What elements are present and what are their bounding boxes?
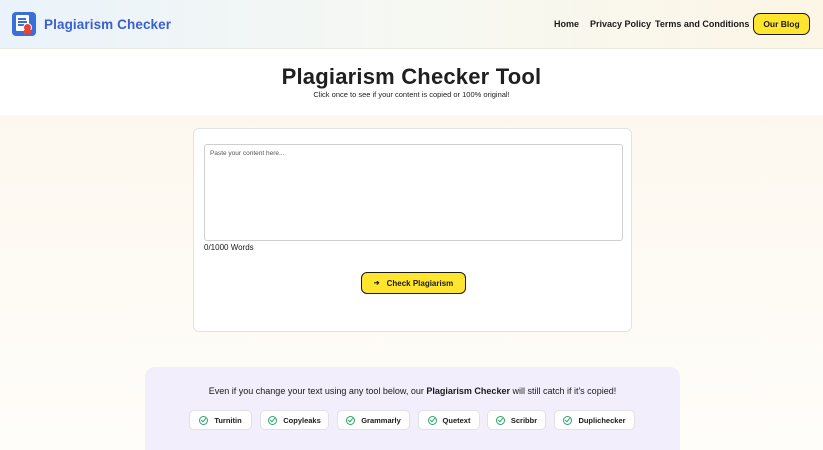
check-plagiarism-button[interactable]: ➔ Check Plagiarism xyxy=(361,272,466,294)
tool-chip-scribbr: Scribbr xyxy=(487,410,546,430)
tools-text-bold: Plagiarism Checker xyxy=(426,386,510,396)
tool-chip-quetext: Quetext xyxy=(418,410,480,430)
check-plagiarism-label: Check Plagiarism xyxy=(386,278,454,288)
check-circle-icon xyxy=(199,415,209,425)
hero-section: Plagiarism Checker Tool Click once to se… xyxy=(0,49,823,115)
tool-chip-label: Quetext xyxy=(442,415,471,425)
tool-chip-label: Copyleaks xyxy=(283,415,321,425)
check-circle-icon xyxy=(346,415,356,425)
tool-chip-label: Turnitin xyxy=(214,415,242,425)
site-header: Plagiarism Checker Home Privacy Policy T… xyxy=(0,0,823,49)
page-subtitle: Click once to see if your content is cop… xyxy=(313,90,510,99)
checker-card: 0/1000 Words ➔ Check Plagiarism xyxy=(193,128,632,332)
tools-panel: Even if you change your text using any t… xyxy=(145,367,680,450)
tools-text-after: will still catch if it's copied! xyxy=(509,386,617,396)
word-count: 0/1000 Words xyxy=(204,243,254,252)
nav-terms-link[interactable]: Terms and Conditions xyxy=(655,19,749,29)
tool-chip-copyleaks: Copyleaks xyxy=(260,410,329,430)
tool-chip-label: Scribbr xyxy=(510,415,538,425)
tool-chip-duplichecker: Duplichecker xyxy=(554,410,635,430)
arrow-right-icon: ➔ xyxy=(373,280,380,287)
brand-link[interactable]: Plagiarism Checker xyxy=(12,12,171,36)
tool-chip-turnitin: Turnitin xyxy=(189,410,252,430)
tool-chip-label: Duplichecker xyxy=(578,415,626,425)
tools-text-before: Even if you change your text using any t… xyxy=(208,386,427,396)
tool-chip-grammarly: Grammarly xyxy=(337,410,410,430)
check-circle-icon xyxy=(427,415,437,425)
check-circle-icon xyxy=(495,415,505,425)
check-circle-icon xyxy=(268,415,278,425)
check-circle-icon xyxy=(563,415,573,425)
page-title: Plagiarism Checker Tool xyxy=(281,64,542,89)
tool-chip-label: Grammarly xyxy=(361,415,401,425)
brand-name: Plagiarism Checker xyxy=(44,16,172,32)
content-textarea[interactable] xyxy=(204,144,623,241)
nav-home-link[interactable]: Home xyxy=(554,19,579,29)
tools-statement: Even if you change your text using any t… xyxy=(145,386,680,396)
our-blog-button[interactable]: Our Blog xyxy=(753,13,810,35)
nav-privacy-link[interactable]: Privacy Policy xyxy=(590,19,651,29)
certificate-logo-icon xyxy=(12,12,36,36)
